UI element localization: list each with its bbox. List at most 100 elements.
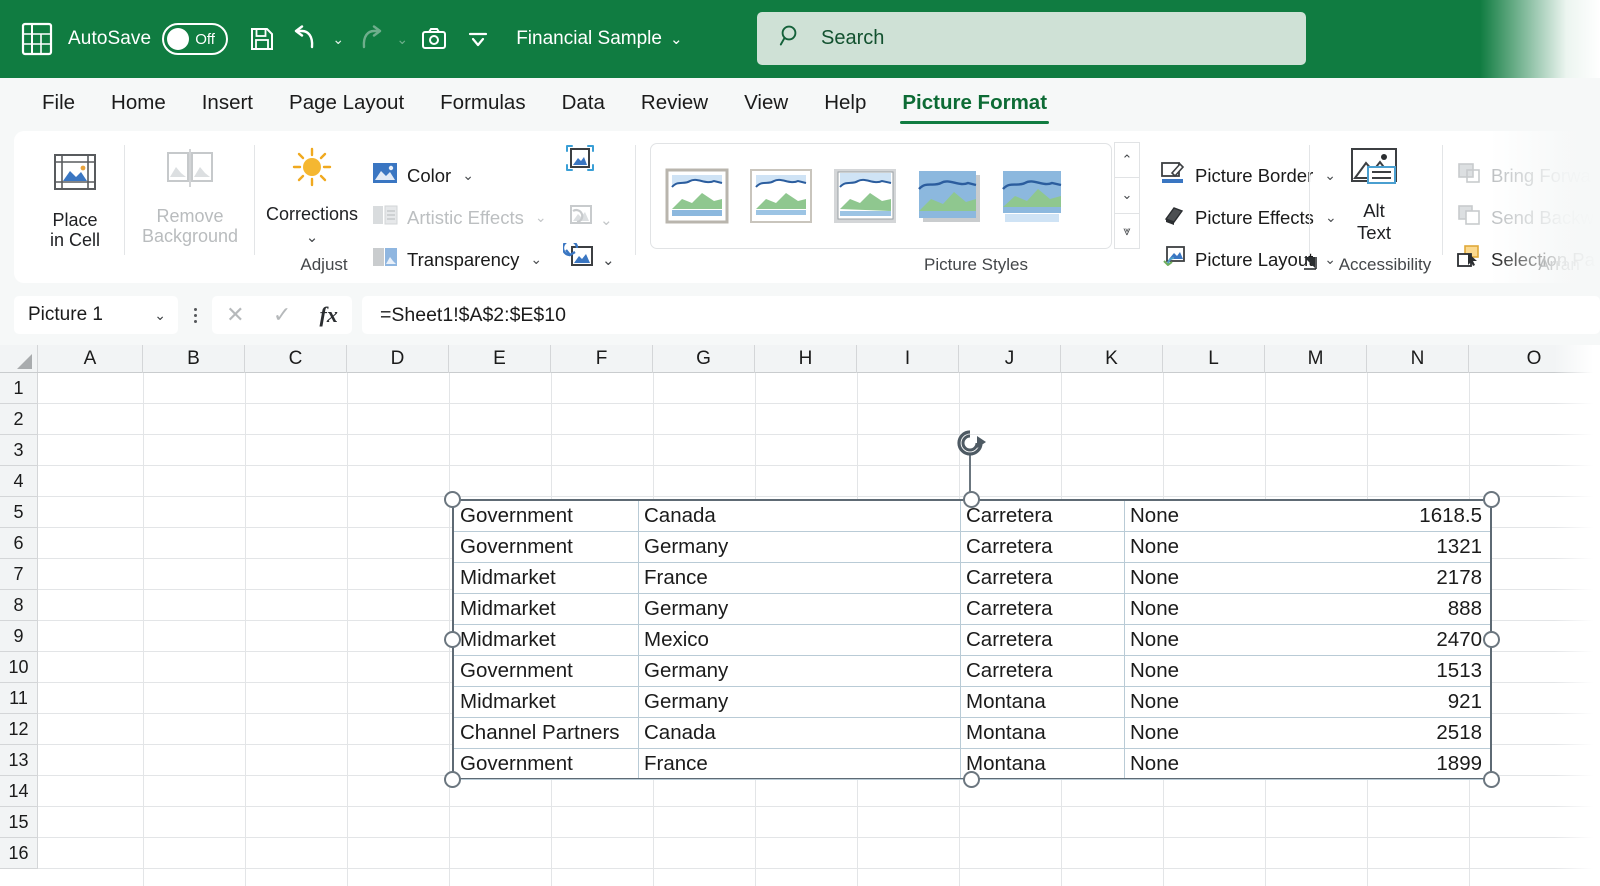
row-header-16[interactable]: 16 [0,838,38,869]
redo-dropdown-icon[interactable]: ⌄ [392,17,412,61]
picture-style-thumb-4[interactable] [916,167,982,225]
enter-icon[interactable]: ✓ [273,302,291,328]
color-label: Color [407,164,452,186]
formula-value: =Sheet1!$A$2:$E$10 [380,303,566,326]
gallery-scroll-down-icon[interactable]: ⌄ [1114,177,1140,214]
picture-styles-gallery[interactable] [650,143,1112,249]
picture-cell-segment: Midmarket [460,566,556,589]
search-input[interactable]: Search [757,12,1306,65]
tab-review[interactable]: Review [623,87,726,121]
column-header-e[interactable]: E [449,345,551,373]
document-name-label: Financial Sample [516,28,662,49]
rotate-handle-icon[interactable] [953,428,989,467]
divider [1442,145,1443,255]
gridline-vertical [245,373,246,886]
resize-handle-middle-left[interactable] [444,631,461,648]
resize-handle-top-center[interactable] [963,491,980,508]
alt-text-button[interactable]: Alt Text [1332,145,1416,244]
column-header-i[interactable]: I [857,345,959,373]
column-header-b[interactable]: B [143,345,245,373]
row-header-14[interactable]: 14 [0,776,38,807]
corrections-chevron-down-icon[interactable]: ⌄ [306,228,319,246]
column-header-l[interactable]: L [1163,345,1265,373]
row-header-6[interactable]: 6 [0,528,38,559]
picture-styles-scroll[interactable]: ⌃ ⌄ ⩔ [1114,142,1140,249]
picture-style-thumb-5[interactable] [1000,167,1066,225]
autosave-toggle[interactable]: Off [162,23,229,55]
picture-cell-country: Mexico [644,628,709,651]
search-placeholder: Search [821,27,885,49]
camera-icon[interactable] [412,17,456,61]
resize-handle-bottom-left[interactable] [444,771,461,788]
formula-input[interactable]: =Sheet1!$A$2:$E$10 [362,296,1600,334]
undo-dropdown-icon[interactable]: ⌄ [328,17,348,61]
tab-view[interactable]: View [726,87,806,121]
formula-bar-options-icon[interactable] [182,307,208,323]
name-box[interactable]: Picture 1 ⌄ [14,296,178,334]
picture-style-thumb-3[interactable] [832,167,898,225]
tab-data[interactable]: Data [544,87,623,121]
tab-insert[interactable]: Insert [184,87,271,121]
row-header-11[interactable]: 11 [0,683,38,714]
accessibility-dialog-launcher-icon[interactable] [1302,255,1318,275]
tab-home[interactable]: Home [93,87,184,121]
compress-pictures-icon[interactable] [563,143,597,180]
place-in-cell-button[interactable]: Place in Cell [20,147,130,250]
row-header-1[interactable]: 1 [0,373,38,404]
resize-handle-middle-right[interactable] [1483,631,1500,648]
tab-file[interactable]: File [24,87,93,121]
resize-handle-top-right[interactable] [1483,491,1500,508]
gallery-scroll-up-icon[interactable]: ⌃ [1114,142,1140,179]
insert-function-icon[interactable]: fx [320,302,338,328]
place-in-cell-label-1: Place [52,210,98,230]
document-name-button[interactable]: Financial Sample ⌄ [516,28,682,50]
undo-icon[interactable] [284,17,328,61]
resize-handle-top-left[interactable] [444,491,461,508]
row-header-2[interactable]: 2 [0,404,38,435]
row-header-15[interactable]: 15 [0,807,38,838]
title-bar: AutoSave Off ⌄ ⌄ Financial Sample ⌄ Sear… [0,0,1600,78]
column-header-j[interactable]: J [959,345,1061,373]
cancel-icon[interactable]: ✕ [226,302,244,328]
column-header-k[interactable]: K [1061,345,1163,373]
row-header-3[interactable]: 3 [0,435,38,466]
picture-style-thumb-1[interactable] [664,167,730,225]
tab-page-layout[interactable]: Page Layout [271,87,422,121]
customize-quick-access-icon[interactable] [456,17,500,61]
row-header-7[interactable]: 7 [0,559,38,590]
picture-cell-country: France [644,566,708,589]
picture-cell-product: Montana [966,752,1046,775]
column-header-f[interactable]: F [551,345,653,373]
gallery-more-icon[interactable]: ⩔ [1114,212,1140,249]
tab-help[interactable]: Help [806,87,884,121]
column-header-n[interactable]: N [1367,345,1469,373]
save-icon[interactable] [240,17,284,61]
picture-style-thumb-2[interactable] [748,167,814,225]
row-header-12[interactable]: 12 [0,714,38,745]
select-all-corner[interactable] [0,345,38,373]
column-header-a[interactable]: A [38,345,143,373]
tab-formulas[interactable]: Formulas [422,87,543,121]
row-header-9[interactable]: 9 [0,621,38,652]
column-header-h[interactable]: H [755,345,857,373]
row-header-13[interactable]: 13 [0,745,38,776]
name-box-chevron-down-icon[interactable]: ⌄ [154,307,166,324]
tab-picture-format[interactable]: Picture Format [884,87,1065,124]
column-header-g[interactable]: G [653,345,755,373]
artistic-effects-icon [372,203,398,232]
color-button[interactable]: Color ⌄ [372,161,474,190]
picture-cell-segment: Midmarket [460,628,556,651]
row-header-10[interactable]: 10 [0,652,38,683]
row-header-5[interactable]: 5 [0,497,38,528]
column-header-o[interactable]: O [1469,345,1600,373]
resize-handle-bottom-right[interactable] [1483,771,1500,788]
column-header-d[interactable]: D [347,345,449,373]
row-header-8[interactable]: 8 [0,590,38,621]
divider [254,145,255,255]
column-header-m[interactable]: M [1265,345,1367,373]
picture-object[interactable]: Government Canada Carretera None 1618.5 Gover… [452,499,1492,780]
resize-handle-bottom-center[interactable] [963,771,980,788]
row-header-4[interactable]: 4 [0,466,38,497]
corrections-button[interactable]: Corrections ⌄ [257,145,367,246]
column-header-c[interactable]: C [245,345,347,373]
